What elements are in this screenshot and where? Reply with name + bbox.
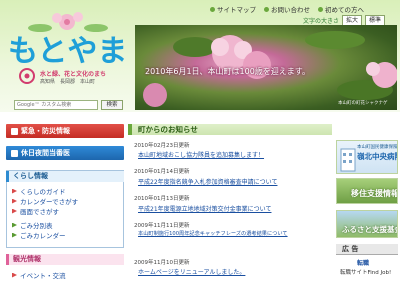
arrow-icon (12, 188, 17, 194)
news-item-link[interactable]: ホームページをリニューアルしました。 (138, 267, 245, 276)
town-emblem-icon (19, 68, 35, 84)
site-logo[interactable]: もとやま (8, 26, 127, 70)
news-date: 2009年11月10日更新 (134, 260, 190, 266)
photo-caption: 本山町の町花シャクナゲ (338, 101, 388, 106)
hospital-banner-title: 嶺北中央病院 (357, 152, 398, 161)
hero-photo: 2010年6月1日、本山町は100歳を迎えます。 本山町の町花シャクナゲ (135, 25, 397, 110)
nav-first-time[interactable]: 初めての方へ (318, 4, 364, 14)
migration-banner-title: 移住支援情報 (351, 189, 398, 198)
ad-link-title[interactable]: 転職 (357, 258, 369, 267)
bullet-icon (210, 6, 215, 12)
text-size-label: 文字の大きさ (303, 18, 340, 25)
news-item-link[interactable]: 平成21年度電源立地地域対策交付金事業について (138, 204, 271, 213)
holiday-doctor-button[interactable]: 休日夜間当番医 (6, 146, 124, 160)
hospital-banner[interactable]: 本山町国民健康保険 嶺北中央病院 (336, 140, 398, 174)
link-calendar-search[interactable]: カレンダーでさがす (12, 196, 78, 206)
news-item-link[interactable]: 平成22年度指名競争入札参加資格審査申請について (138, 177, 277, 186)
nav-sitemap[interactable]: サイトマップ (210, 4, 256, 14)
tagline: 水と緑、花と文化のまち (40, 71, 107, 78)
link-garbage-calendar[interactable]: ごみカレンダー (12, 230, 66, 240)
top-nav: サイトマップ お問い合わせ 初めての方へ (210, 3, 364, 15)
hospital-banner-subtitle: 本山町国民健康保険 (357, 145, 398, 150)
kanko-heading: 観光情報 (6, 254, 124, 265)
news-date: 2010年02月23日更新 (134, 143, 190, 149)
arrow-icon (12, 222, 17, 228)
migration-support-banner[interactable]: 移住支援情報 (336, 178, 398, 204)
search-button[interactable]: 検索 (101, 100, 123, 110)
nav-contact[interactable]: お問い合わせ (264, 4, 310, 14)
news-item-link[interactable]: 本山町地域おこし協力隊員を追加募集します！ (138, 150, 264, 159)
search-input[interactable] (14, 100, 98, 110)
ad-link-text[interactable]: 転職サイトFind Job! (340, 268, 391, 276)
centennial-message: 2010年6月1日、本山町は100歳を迎えます。 (145, 67, 311, 76)
news-item-link[interactable]: 本山町制施行100周年記念キャッチフレーズの選考結果について (138, 230, 288, 237)
kurashi-heading: くらし情報 (6, 171, 124, 182)
news-date: 2010年01月14日更新 (134, 169, 190, 175)
news-date: 2009年11月11日更新 (134, 223, 190, 229)
sub-tagline: 高知県 長岡郡 本山町 (40, 79, 96, 85)
news-heading: 町からのお知らせ (128, 124, 332, 135)
ad-heading: 広 告 (336, 244, 398, 255)
bullet-icon (318, 6, 323, 12)
clock-icon (11, 149, 18, 157)
fund-banner-title: ふるさと支援基金 (342, 225, 398, 234)
arrow-icon (12, 232, 17, 238)
arrow-icon (12, 208, 17, 214)
link-kurashi-guide[interactable]: くらしのガイド (12, 186, 66, 196)
emergency-info-button[interactable]: 緊急・防災情報 (6, 124, 124, 138)
link-screen-search[interactable]: 画面でさがす (12, 206, 59, 216)
hometown-fund-banner[interactable]: ふるさと支援基金 (336, 210, 398, 238)
link-events[interactable]: イベント・交流 (12, 270, 66, 280)
link-garbage-table[interactable]: ごみ分別表 (12, 220, 53, 230)
arrow-icon (12, 272, 17, 278)
news-date: 2010年01月13日更新 (134, 196, 190, 202)
warning-icon (11, 127, 18, 135)
bullet-icon (264, 6, 269, 12)
arrow-icon (12, 198, 17, 204)
hospital-building-icon (340, 148, 356, 172)
